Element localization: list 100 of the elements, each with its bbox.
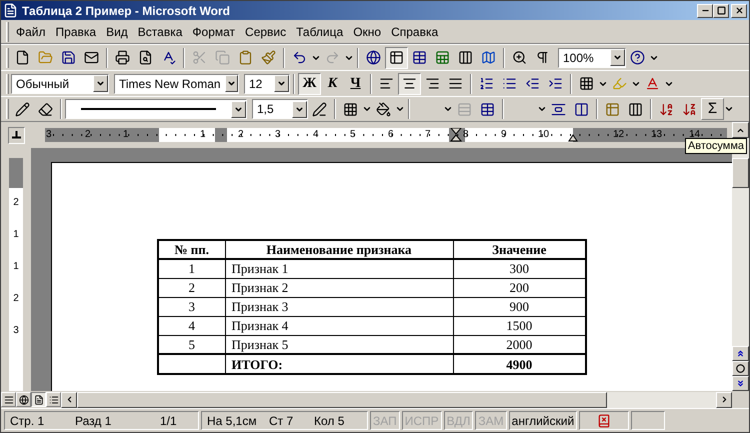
- close-icon[interactable]: [734, 6, 744, 15]
- map-icon[interactable]: [481, 50, 496, 65]
- pilcrow-icon[interactable]: [535, 50, 550, 65]
- vertical-scroll-thumb[interactable]: [732, 158, 749, 188]
- table-icon[interactable]: [389, 50, 404, 65]
- text-style-button[interactable]: Ж: [298, 72, 321, 94]
- browse-object-button[interactable]: [732, 361, 749, 376]
- next-page-button[interactable]: [732, 376, 749, 391]
- borders-icon[interactable]: [343, 102, 358, 116]
- undo-icon[interactable]: [292, 50, 307, 65]
- tab-stop-icon[interactable]: [12, 131, 20, 139]
- dropdown-arrow-button[interactable]: [224, 75, 238, 92]
- dropdown-arrow-button[interactable]: [231, 100, 246, 118]
- toolbar-button[interactable]: [385, 46, 408, 68]
- eraser-icon[interactable]: [38, 102, 53, 116]
- menu-item[interactable]: Правка: [50, 22, 102, 40]
- font-size-combo[interactable]: 12: [244, 74, 290, 94]
- font-color-icon[interactable]: [645, 76, 660, 91]
- pen-icon[interactable]: [312, 102, 327, 116]
- menu-item[interactable]: Формат: [187, 22, 240, 40]
- text-style-button[interactable]: Ч: [344, 72, 367, 94]
- language-indicator: английский: [508, 411, 578, 430]
- align-center-icon[interactable]: [402, 76, 417, 91]
- dropdown-caret-icon[interactable]: [724, 104, 734, 114]
- line-width-combo[interactable]: 1,5: [252, 99, 308, 119]
- total-label: ИТОГО:: [225, 354, 453, 374]
- table-cell: Признак 3: [225, 297, 453, 316]
- page-number: Стр. 1: [10, 412, 46, 430]
- dropdown-caret-icon[interactable]: [537, 104, 547, 114]
- ruler-number: 12: [612, 128, 626, 142]
- table-cell: Признак 4: [225, 316, 453, 335]
- book-icon[interactable]: [597, 414, 612, 428]
- close-button[interactable]: [731, 4, 747, 18]
- columns-icon[interactable]: [458, 50, 473, 65]
- distribute-rows-icon[interactable]: [551, 102, 566, 116]
- toolbar-button[interactable]: [398, 72, 421, 94]
- scroll-up-button[interactable]: [732, 122, 749, 138]
- minimize-button[interactable]: [697, 4, 713, 18]
- ruler-number: 2: [13, 198, 19, 208]
- table-grid-icon[interactable]: [480, 102, 495, 116]
- style-combo[interactable]: Обычный: [11, 74, 109, 94]
- font-combo[interactable]: Times New Roman: [114, 74, 239, 94]
- text-style-button[interactable]: К: [321, 72, 344, 94]
- new-document-icon[interactable]: [15, 50, 30, 65]
- align-left-icon[interactable]: [379, 76, 394, 91]
- magnifier-icon[interactable]: [512, 50, 527, 65]
- sort-ascending-icon[interactable]: [659, 102, 674, 116]
- menu-item[interactable]: Сервис: [240, 22, 292, 40]
- columns-icon[interactable]: [628, 102, 643, 116]
- paint-bucket-icon[interactable]: [376, 102, 391, 116]
- horizontal-scroll-thumb[interactable]: [77, 392, 607, 408]
- save-icon[interactable]: [61, 50, 76, 65]
- help-icon[interactable]: [630, 50, 645, 65]
- scroll-right-button[interactable]: [716, 392, 732, 408]
- print-preview-icon[interactable]: [138, 50, 153, 65]
- menu-item[interactable]: Таблица: [291, 22, 348, 40]
- dropdown-arrow-button[interactable]: [274, 75, 289, 92]
- browse-object-icon[interactable]: [736, 364, 745, 373]
- ruler-number: 1: [122, 128, 130, 142]
- mail-icon[interactable]: [84, 50, 99, 65]
- distribute-columns-icon[interactable]: [574, 102, 589, 116]
- align-justify-icon[interactable]: [448, 76, 463, 91]
- previous-page-button[interactable]: [732, 346, 749, 361]
- dropdown-caret-icon[interactable]: [362, 104, 372, 114]
- zoom-combo[interactable]: 100%: [558, 48, 626, 68]
- sort-descending-icon[interactable]: [682, 102, 697, 116]
- globe-icon[interactable]: [366, 50, 381, 65]
- bullet-list-icon[interactable]: [502, 76, 517, 91]
- ruler-number: 1: [13, 262, 19, 272]
- printer-icon[interactable]: [115, 50, 130, 65]
- spelling-icon[interactable]: [161, 50, 176, 65]
- dropdown-arrow-button[interactable]: [610, 49, 625, 66]
- menu-item[interactable]: Окно: [348, 22, 386, 40]
- pencil-icon[interactable]: [15, 102, 30, 116]
- numbered-list-icon[interactable]: [479, 76, 494, 91]
- borders-icon[interactable]: [579, 76, 594, 91]
- paste-icon[interactable]: [238, 50, 253, 65]
- dropdown-arrow-button[interactable]: [292, 100, 307, 118]
- spreadsheet-icon[interactable]: [435, 50, 450, 65]
- dropdown-arrow-button[interactable]: [93, 75, 108, 92]
- maximize-icon[interactable]: [716, 6, 726, 15]
- menu-item[interactable]: Файл: [11, 22, 51, 40]
- dropdown-caret-icon[interactable]: [443, 104, 453, 114]
- brush-icon[interactable]: [261, 50, 276, 65]
- align-right-icon[interactable]: [425, 76, 440, 91]
- tab-stop-button[interactable]: [8, 126, 24, 144]
- dropdown-caret-icon[interactable]: [395, 104, 405, 114]
- menu-item[interactable]: Справка: [386, 22, 444, 40]
- previous-page-icon[interactable]: [736, 349, 745, 358]
- line-style-combo[interactable]: [65, 99, 247, 119]
- increase-indent-icon[interactable]: [548, 76, 563, 91]
- menu-item[interactable]: Вид: [101, 22, 133, 40]
- table-grid-icon[interactable]: [412, 50, 427, 65]
- next-page-icon[interactable]: [736, 379, 745, 388]
- autosum-button[interactable]: Σ: [701, 98, 724, 120]
- scroll-left-button[interactable]: [61, 392, 77, 408]
- menu-item[interactable]: Вставка: [132, 22, 188, 40]
- maximize-button[interactable]: [713, 4, 729, 18]
- decrease-indent-icon[interactable]: [525, 76, 540, 91]
- ruler-number: 1: [199, 128, 207, 142]
